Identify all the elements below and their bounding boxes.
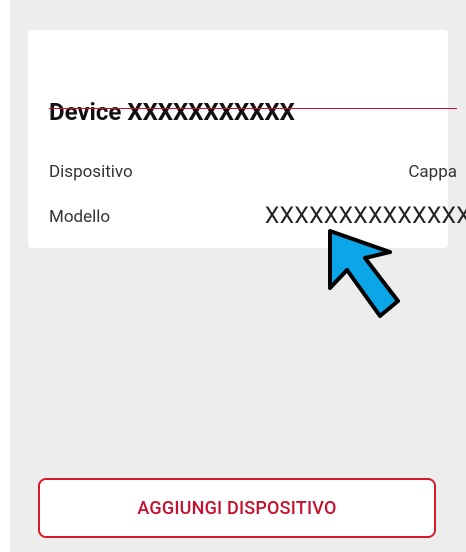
device-model-label: Modello	[49, 207, 111, 227]
arrow-pointer-icon	[328, 229, 400, 318]
device-type-label: Dispositivo	[49, 162, 133, 182]
device-type-row: Dispositivo Cappa	[49, 162, 457, 192]
add-device-button[interactable]: AGGIUNGI DISPOSITIVO	[38, 478, 436, 538]
device-model-value: XXXXXXXXXXXXXX	[264, 202, 466, 229]
device-type-value: Cappa	[408, 162, 457, 182]
device-title: Device XXXXXXXXXXX	[49, 98, 295, 126]
device-info-card: Device XXXXXXXXXXX Dispositivo Cappa Mod…	[28, 30, 466, 248]
title-divider	[49, 108, 457, 109]
